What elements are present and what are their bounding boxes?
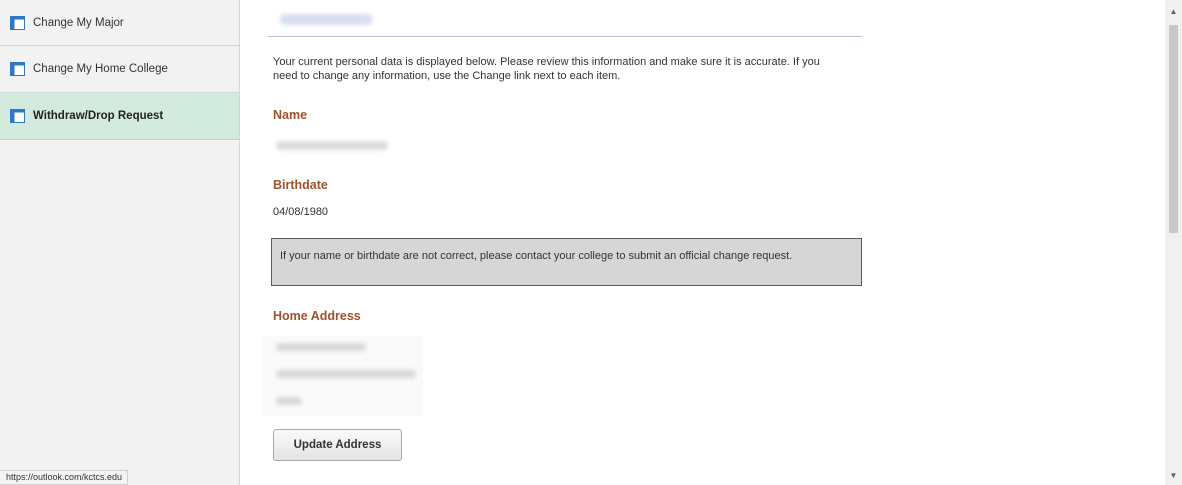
birthdate-value: 04/08/1980 [273,206,329,218]
page-icon [10,15,25,30]
scrollbar-thumb[interactable] [1169,25,1178,233]
redacted-name-value [276,141,388,150]
redacted-address-line [276,397,302,405]
page-icon [10,62,25,76]
status-bar-url: https://outlook.com/kctcs.edu [0,470,129,485]
redacted-page-title [280,14,372,25]
intro-text: Your current personal data is displayed … [273,56,820,82]
page-icon [10,109,25,123]
update-address-button[interactable]: Update Address [273,429,402,461]
sidebar-item-label: Change My Home College [33,63,168,75]
scroll-down-arrow-icon[interactable]: ▼ [1169,471,1178,480]
sidebar-item-change-my-home-college[interactable]: Change My Home College [0,46,239,93]
name-birthdate-notice: If your name or birthdate are not correc… [271,238,862,286]
title-divider [268,36,862,37]
birthdate-heading: Birthdate [273,178,328,192]
sidebar-item-change-my-major[interactable]: Change My Major [0,0,239,46]
scroll-up-arrow-icon[interactable]: ▲ [1169,7,1178,16]
sidebar: Change My Major Change My Home College W… [0,0,240,485]
redacted-address-line [276,370,416,378]
name-heading: Name [273,108,308,122]
vertical-scrollbar[interactable]: ▲ ▼ [1165,0,1182,485]
sidebar-item-withdraw-drop-request[interactable]: Withdraw/Drop Request [0,93,239,140]
sidebar-item-label: Withdraw/Drop Request [33,110,164,122]
redacted-address-line [276,343,366,351]
sidebar-item-label: Change My Major [33,16,124,29]
home-address-heading: Home Address [273,309,361,323]
